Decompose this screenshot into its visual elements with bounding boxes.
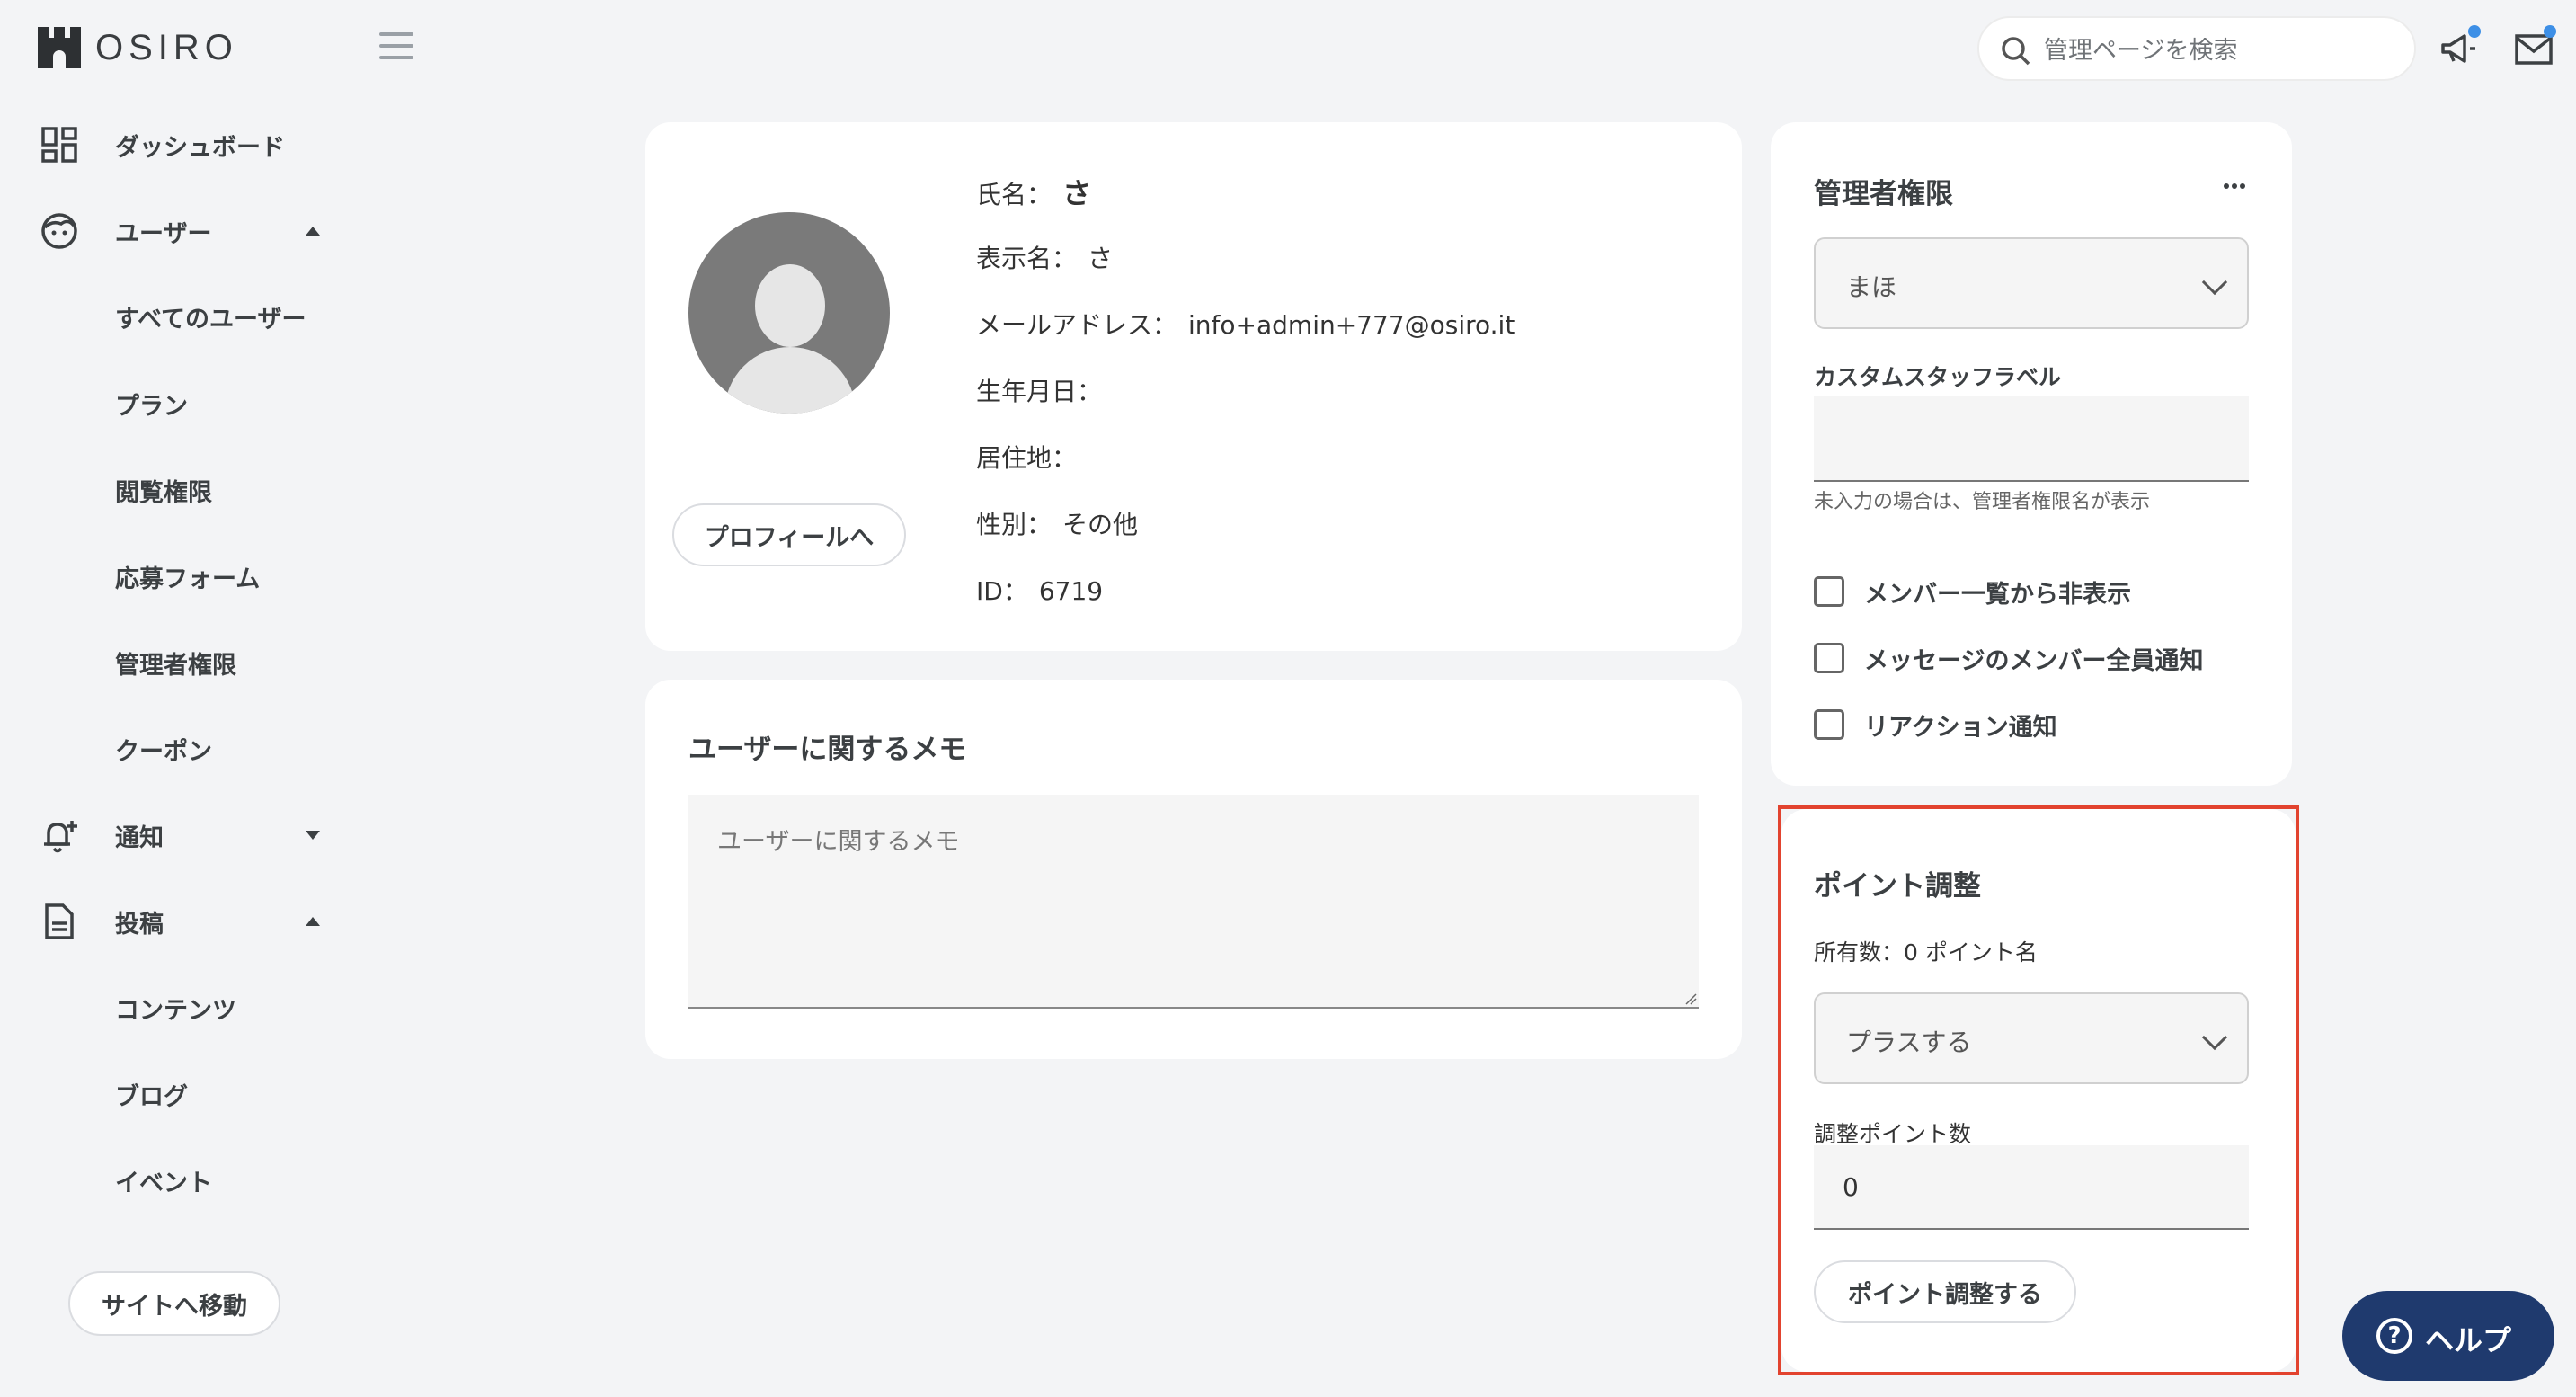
custom-label-helper: 未入力の場合は、管理者権限名が表示 bbox=[1814, 491, 2151, 513]
info-label: 生年月日： bbox=[976, 377, 1103, 406]
search-input[interactable] bbox=[2044, 31, 2394, 70]
custom-label-title: カスタムスタッフラベル bbox=[1814, 364, 2062, 390]
sidebar-item-dashboard[interactable]: ダッシュボード bbox=[0, 113, 378, 176]
select-value: プラスする bbox=[1846, 1028, 1972, 1057]
castle-logo-icon bbox=[38, 27, 81, 68]
sidebar-subitem-coupons[interactable]: クーポン bbox=[115, 732, 212, 767]
points-mode-select[interactable]: プラスする bbox=[1814, 992, 2249, 1084]
sidebar-subitem-application-forms[interactable]: 応募フォーム bbox=[115, 559, 260, 594]
user-face-icon bbox=[41, 213, 77, 249]
more-options-icon[interactable] bbox=[2224, 183, 2245, 191]
notification-dot bbox=[2544, 25, 2556, 38]
sidebar-subitem-blog[interactable]: ブログ bbox=[115, 1077, 188, 1112]
points-amount-label: 調整ポイント数 bbox=[1814, 1121, 1972, 1147]
custom-label-field[interactable] bbox=[1814, 396, 2249, 482]
sidebar-subitem-events[interactable]: イベント bbox=[115, 1163, 212, 1198]
checkbox-message-notify-all[interactable]: メッセージのメンバー全員通知 bbox=[1814, 640, 2203, 676]
search-box bbox=[1977, 16, 2416, 81]
select-value: まほ bbox=[1846, 272, 1897, 302]
info-row-gender: 性別： その他 bbox=[976, 505, 1138, 541]
info-value: さ bbox=[1062, 176, 1092, 210]
checkbox[interactable] bbox=[1814, 643, 1844, 673]
dashboard-icon bbox=[41, 127, 77, 163]
resize-grip-icon[interactable] bbox=[1684, 992, 1697, 1005]
info-row-name: 氏名： さ bbox=[976, 171, 1091, 212]
sidebar-subitem-contents[interactable]: コンテンツ bbox=[115, 991, 236, 1026]
info-value: さ bbox=[1088, 244, 1114, 273]
memo-title: ユーザーに関するメモ bbox=[688, 734, 967, 766]
sidebar-item-label: ユーザー bbox=[115, 219, 212, 248]
admin-role-select[interactable]: まほ bbox=[1814, 237, 2249, 329]
info-label: 表示名： bbox=[976, 244, 1078, 273]
checkbox-label: メンバー一覧から非表示 bbox=[1864, 580, 2131, 609]
memo-textarea[interactable] bbox=[688, 795, 1699, 1009]
profile-button[interactable]: プロフィールへ bbox=[672, 503, 906, 566]
sidebar-subitem-all-users[interactable]: すべてのユーザー bbox=[115, 299, 306, 334]
sidebar-item-users[interactable]: ユーザー bbox=[0, 200, 378, 262]
info-row-id: ID： 6719 bbox=[976, 572, 1103, 608]
caret-down-icon bbox=[306, 831, 320, 840]
logo[interactable]: OSIRO bbox=[38, 27, 238, 68]
admin-title: 管理者権限 bbox=[1814, 178, 1953, 210]
help-button[interactable]: ? ヘルプ bbox=[2342, 1291, 2554, 1381]
checkbox-hide-from-members[interactable]: メンバー一覧から非表示 bbox=[1814, 574, 2131, 610]
sidebar-item-label: ダッシュボード bbox=[115, 133, 285, 162]
chevron-down-icon bbox=[2201, 269, 2228, 296]
checkbox[interactable] bbox=[1814, 709, 1844, 740]
sidebar-item-label: 通知 bbox=[115, 823, 164, 852]
checkbox-label: メッセージのメンバー全員通知 bbox=[1864, 646, 2204, 675]
go-to-site-button[interactable]: サイトへ移動 bbox=[68, 1271, 280, 1336]
sidebar-item-posts[interactable]: 投稿 bbox=[0, 890, 378, 953]
help-label: ヘルプ bbox=[2425, 1323, 2512, 1357]
info-row-residence: 居住地： bbox=[976, 439, 1088, 475]
caret-up-icon bbox=[306, 917, 320, 926]
sidebar-item-notifications[interactable]: 通知 bbox=[0, 804, 378, 867]
points-submit-button[interactable]: ポイント調整する bbox=[1814, 1260, 2076, 1323]
checkbox-label: リアクション通知 bbox=[1864, 713, 2057, 742]
info-value: info+admin+777@osiro.it bbox=[1188, 310, 1515, 340]
sidebar-item-label: 投稿 bbox=[115, 910, 164, 939]
info-label: メールアドレス： bbox=[976, 310, 1178, 340]
logo-text: OSIRO bbox=[95, 27, 238, 67]
notification-dot bbox=[2468, 25, 2481, 38]
sidebar-subitem-plans[interactable]: プラン bbox=[115, 387, 188, 422]
info-row-display-name: 表示名： さ bbox=[976, 239, 1113, 275]
help-icon: ? bbox=[2376, 1318, 2412, 1354]
info-label: 居住地： bbox=[976, 443, 1078, 473]
info-row-birthday: 生年月日： bbox=[976, 372, 1113, 408]
sidebar: OSIRO ダッシュボード ユーザー すべてのユーザー プラン 閲覧権限 応募フ… bbox=[0, 0, 413, 1397]
points-amount-value: 0 bbox=[1843, 1172, 1859, 1202]
caret-up-icon bbox=[306, 227, 320, 236]
checkbox-reaction-notify[interactable]: リアクション通知 bbox=[1814, 707, 2057, 743]
info-label: 氏名： bbox=[976, 180, 1053, 209]
sidebar-subitem-admin-permissions[interactable]: 管理者権限 bbox=[115, 645, 236, 681]
info-label: ID： bbox=[976, 576, 1028, 606]
points-title: ポイント調整 bbox=[1814, 870, 1981, 903]
points-owned: 所有数：0 ポイント名 bbox=[1814, 939, 2038, 965]
sidebar-subitem-view-permissions[interactable]: 閲覧権限 bbox=[115, 473, 212, 508]
document-icon bbox=[45, 903, 74, 939]
menu-toggle-icon[interactable] bbox=[379, 32, 413, 59]
chevron-down-icon bbox=[2201, 1024, 2228, 1051]
info-value: その他 bbox=[1062, 510, 1139, 539]
info-row-email: メールアドレス： info+admin+777@osiro.it bbox=[976, 306, 1515, 342]
bell-plus-icon bbox=[44, 821, 77, 853]
avatar bbox=[688, 212, 890, 414]
checkbox[interactable] bbox=[1814, 576, 1844, 607]
info-label: 性別： bbox=[976, 510, 1053, 539]
points-amount-field[interactable]: 0 bbox=[1814, 1145, 2249, 1230]
search-icon bbox=[2002, 37, 2030, 66]
info-value: 6719 bbox=[1038, 576, 1104, 606]
